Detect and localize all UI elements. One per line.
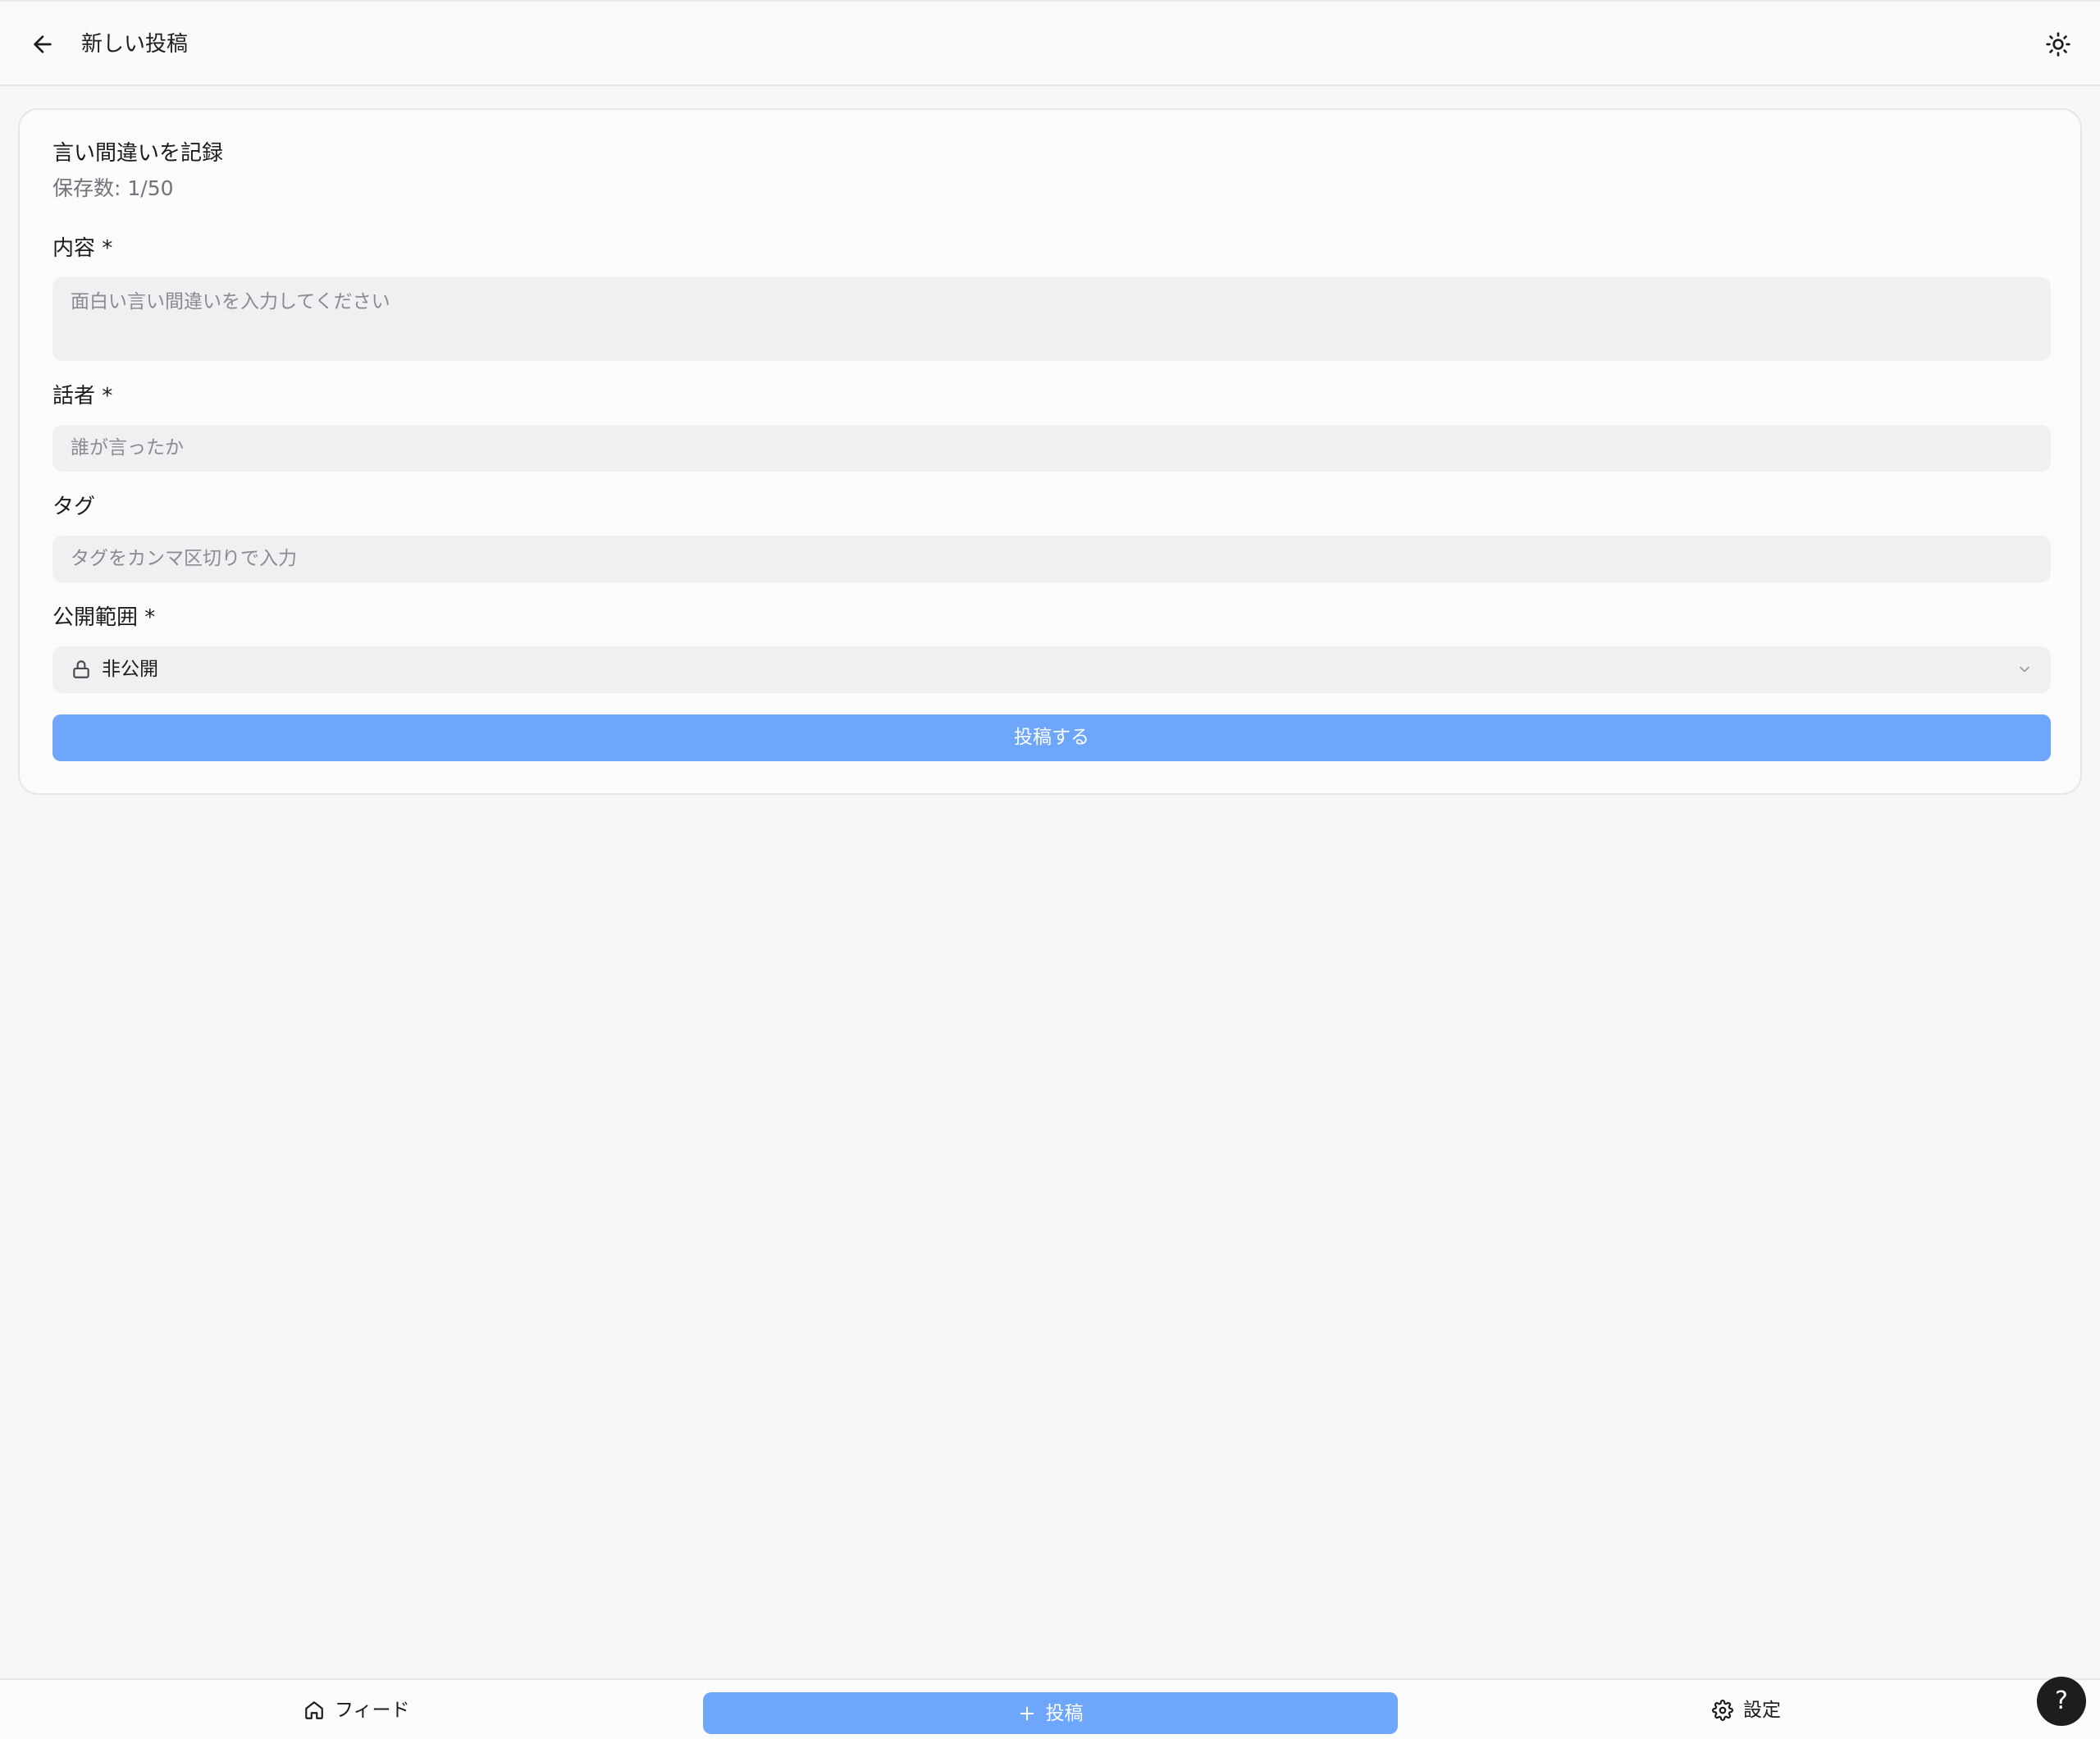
page-title: 新しい投稿 [81, 32, 189, 57]
speaker-placeholder: 誰が言ったか [71, 437, 184, 459]
visibility-label: 公開範囲 * [52, 605, 156, 630]
sun-icon[interactable] [2045, 31, 2071, 57]
content-textarea[interactable]: 面白い言い間違いを入力してください [52, 277, 2051, 361]
nav-feed[interactable]: フィード [304, 1680, 410, 1739]
visibility-select[interactable]: 非公開 [52, 646, 2051, 693]
content-placeholder: 面白い言い間違いを入力してください [71, 291, 390, 313]
content-label: 内容 * [52, 236, 113, 261]
gear-icon [1712, 1700, 1733, 1721]
back-arrow-icon[interactable] [30, 31, 56, 57]
tags-input[interactable]: タグをカンマ区切りで入力 [52, 536, 2051, 582]
app-header: 新しい投稿 [0, 0, 2100, 86]
nav-settings[interactable]: 設定 [1712, 1680, 1781, 1739]
nav-settings-label: 設定 [1743, 1700, 1781, 1721]
help-button[interactable]: ? [2037, 1677, 2086, 1726]
plus-icon [1020, 1706, 1034, 1720]
post-form-card: 言い間違いを記録 保存数: 1/50 内容 * 面白い言い間違いを入力してくださ… [18, 108, 2082, 795]
submit-button[interactable]: 投稿する [52, 714, 2051, 761]
tags-label: タグ [52, 495, 96, 519]
nav-post-button[interactable]: 投稿 [703, 1692, 1398, 1734]
chevron-down-icon [2020, 666, 2029, 673]
visibility-selected: 非公開 [102, 659, 158, 680]
speaker-input[interactable]: 誰が言ったか [52, 425, 2051, 472]
tags-placeholder: タグをカンマ区切りで入力 [71, 548, 297, 569]
form-title: 言い間違いを記録 [52, 141, 224, 166]
lock-icon [73, 660, 89, 678]
nav-feed-label: フィード [335, 1700, 410, 1721]
home-icon [305, 1701, 323, 1719]
speaker-label: 話者 * [52, 384, 113, 409]
bottom-nav: フィード 投稿 設定 [0, 1678, 2100, 1739]
saved-count: 保存数: 1/50 [52, 176, 174, 200]
nav-post-label: 投稿 [1045, 1702, 1084, 1724]
